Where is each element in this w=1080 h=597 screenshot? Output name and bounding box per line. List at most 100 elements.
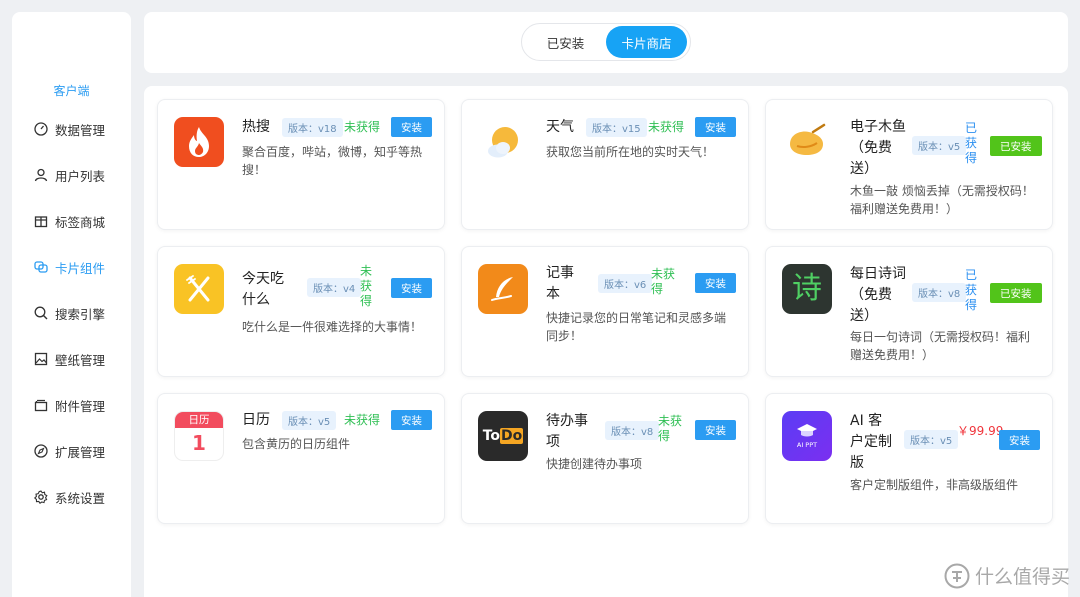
sidebar-item-label: 系统设置 — [55, 490, 106, 506]
install-button[interactable]: 安装 — [391, 117, 432, 137]
calendar-icon: 日历 1 — [174, 411, 224, 461]
price-label: ￥99.99 — [957, 424, 1004, 438]
status-label: 未获得 — [651, 267, 676, 296]
card-description: 吃什么是一件很难选择的大事情！ — [242, 320, 423, 334]
card-title: 每日诗词（免费送） — [850, 266, 906, 324]
watermark: 什么值得买 — [944, 562, 1070, 589]
fire-icon — [174, 117, 224, 167]
status-label: 未获得 — [648, 120, 685, 134]
version-badge: 版本：v6 — [598, 274, 653, 293]
sidebar-item-label: 数据管理 — [55, 122, 106, 138]
version-badge: 版本：v5 — [904, 430, 959, 449]
card-description: 聚合百度，哔站，微博，知乎等热搜！ — [242, 145, 423, 177]
sidebar-item-label: 扩展管理 — [55, 444, 106, 460]
sidebar-item-label: 卡片组件 — [55, 260, 106, 276]
sidebar-title: 客户端 — [53, 84, 90, 98]
status-label: 已获得 — [965, 121, 978, 165]
card-description: 每日一句诗词（无需授权码！福利赠送免费用！） — [850, 330, 1031, 362]
version-badge: 版本：v15 — [586, 118, 647, 137]
image-icon — [34, 352, 48, 366]
installed-button[interactable]: 已安装 — [990, 136, 1042, 156]
status-label: 已获得 — [965, 268, 978, 312]
search-icon — [34, 306, 48, 320]
poem-icon: 诗 — [782, 264, 832, 314]
card-description: 包含黄历的日历组件 — [242, 437, 351, 451]
dashboard-icon — [34, 122, 48, 136]
card-hot-search: 热搜 版本：v18 未获得 安装 聚合百度，哔站，微博，知乎等热搜！ — [157, 99, 445, 230]
card-title: 日历 — [242, 412, 270, 428]
sidebar-item-wallpaper[interactable]: 壁纸管理 — [34, 349, 105, 369]
watermark-logo-icon — [944, 563, 970, 588]
sidebar-item-settings[interactable]: 系统设置 — [34, 487, 105, 507]
sidebar-item-label: 附件管理 — [55, 398, 106, 414]
card-calendar: 日历 1 日历 版本：v5 未获得 安装 包含黄历的日历组件 — [157, 393, 445, 524]
gear-icon — [34, 490, 48, 504]
card-title: 今天吃什么 — [242, 271, 284, 308]
cards-icon — [34, 261, 48, 273]
tab-installed[interactable]: 已安装 — [525, 26, 606, 58]
ai-ppt-icon: AI PPT — [782, 411, 832, 461]
sidebar: 客户端 数据管理 用户列表 标签商城 卡片组件 搜索引擎 壁纸管理 附件管理 扩… — [12, 12, 131, 597]
card-notepad: 记事本 版本：v6 未获得 安装 快捷记录您的日常笔记和灵感多端同步！ — [461, 246, 749, 377]
weather-icon — [478, 117, 528, 167]
install-button[interactable]: 安装 — [391, 278, 432, 298]
card-title: 热搜 — [242, 119, 270, 135]
watermark-text: 什么值得买 — [974, 566, 1070, 588]
card-daily-poem: 诗 每日诗词（免费送） 版本：v8 已获得 已安装 每日一句诗词（无需授权码！福… — [765, 246, 1053, 377]
feather-icon — [478, 264, 528, 314]
sidebar-item-label: 壁纸管理 — [55, 352, 106, 368]
sidebar-item-attachments[interactable]: 附件管理 — [34, 395, 105, 415]
version-badge: 版本：v8 — [912, 283, 967, 302]
card-title: 待办事项 — [546, 413, 588, 450]
sidebar-item-extensions[interactable]: 扩展管理 — [34, 441, 105, 461]
version-badge: 版本：v5 — [912, 136, 967, 155]
card-title: AI 客户定制版 — [850, 413, 892, 471]
status-label: 未获得 — [658, 414, 683, 443]
card-title: 电子木鱼（免费送） — [850, 119, 906, 177]
version-badge: 版本：v18 — [282, 118, 343, 137]
install-button[interactable]: 安装 — [695, 420, 736, 440]
version-badge: 版本：v4 — [307, 278, 362, 297]
tab-card-store[interactable]: 卡片商店 — [606, 26, 687, 58]
todo-icon: To Do — [478, 411, 528, 461]
install-button[interactable]: 安装 — [695, 273, 736, 293]
sidebar-item-search[interactable]: 搜索引擎 — [34, 303, 105, 323]
sidebar-item-label: 搜索引擎 — [55, 306, 106, 322]
card-what-to-eat: 今天吃什么 版本：v4 未获得 安装 吃什么是一件很难选择的大事情！ — [157, 246, 445, 377]
card-description: 客户定制版组件，非高级版组件 — [850, 478, 1019, 492]
sidebar-item-label: 标签商城 — [55, 214, 106, 230]
install-button[interactable]: 安装 — [999, 430, 1040, 450]
card-wooden-fish: 电子木鱼（免费送） 版本：v5 已获得 已安装 木鱼一敲 烦恼丢掉（无需授权码！… — [765, 99, 1053, 230]
card-todo: To Do 待办事项 版本：v8 未获得 安装 快捷创建待办事项 — [461, 393, 749, 524]
card-description: 获取您当前所在地的实时天气！ — [546, 145, 715, 159]
box-icon — [34, 216, 48, 228]
sidebar-item-users[interactable]: 用户列表 — [34, 165, 105, 185]
install-button[interactable]: 安装 — [391, 410, 432, 430]
sidebar-item-tag-store[interactable]: 标签商城 — [34, 211, 105, 231]
folder-icon — [34, 399, 48, 412]
compass-icon — [34, 444, 48, 458]
installed-button[interactable]: 已安装 — [990, 283, 1042, 303]
sidebar-item-cards[interactable]: 卡片组件 — [34, 257, 105, 277]
card-weather: 天气 版本：v15 未获得 安装 获取您当前所在地的实时天气！ — [461, 99, 749, 230]
status-label: 未获得 — [344, 413, 381, 427]
woodfish-icon — [782, 117, 832, 167]
card-title: 记事本 — [546, 265, 574, 302]
install-button[interactable]: 安装 — [695, 117, 736, 137]
status-label: 未获得 — [344, 120, 381, 134]
user-icon — [34, 168, 48, 182]
version-badge: 版本：v8 — [605, 421, 660, 440]
card-description: 快捷记录您的日常笔记和灵感多端同步！ — [546, 311, 727, 343]
card-grid: 热搜 版本：v18 未获得 安装 聚合百度，哔站，微博，知乎等热搜！ 天气 版本… — [144, 86, 1068, 597]
card-description: 快捷创建待办事项 — [546, 457, 643, 471]
version-badge: 版本：v5 — [282, 411, 337, 430]
card-title: 天气 — [546, 119, 574, 135]
sidebar-item-label: 用户列表 — [55, 168, 106, 184]
sidebar-item-data[interactable]: 数据管理 — [34, 119, 105, 139]
tab-switcher: 已安装 卡片商店 — [521, 23, 691, 61]
card-ai-custom: AI PPT AI 客户定制版 版本：v5 ￥99.99 安装 客户定制版组件，… — [765, 393, 1053, 524]
card-description: 木鱼一敲 烦恼丢掉（无需授权码！福利赠送免费用！） — [850, 184, 1034, 216]
top-bar: 已安装 卡片商店 — [144, 12, 1068, 73]
status-label: 未获得 — [360, 264, 373, 308]
fork-knife-icon — [174, 264, 224, 314]
